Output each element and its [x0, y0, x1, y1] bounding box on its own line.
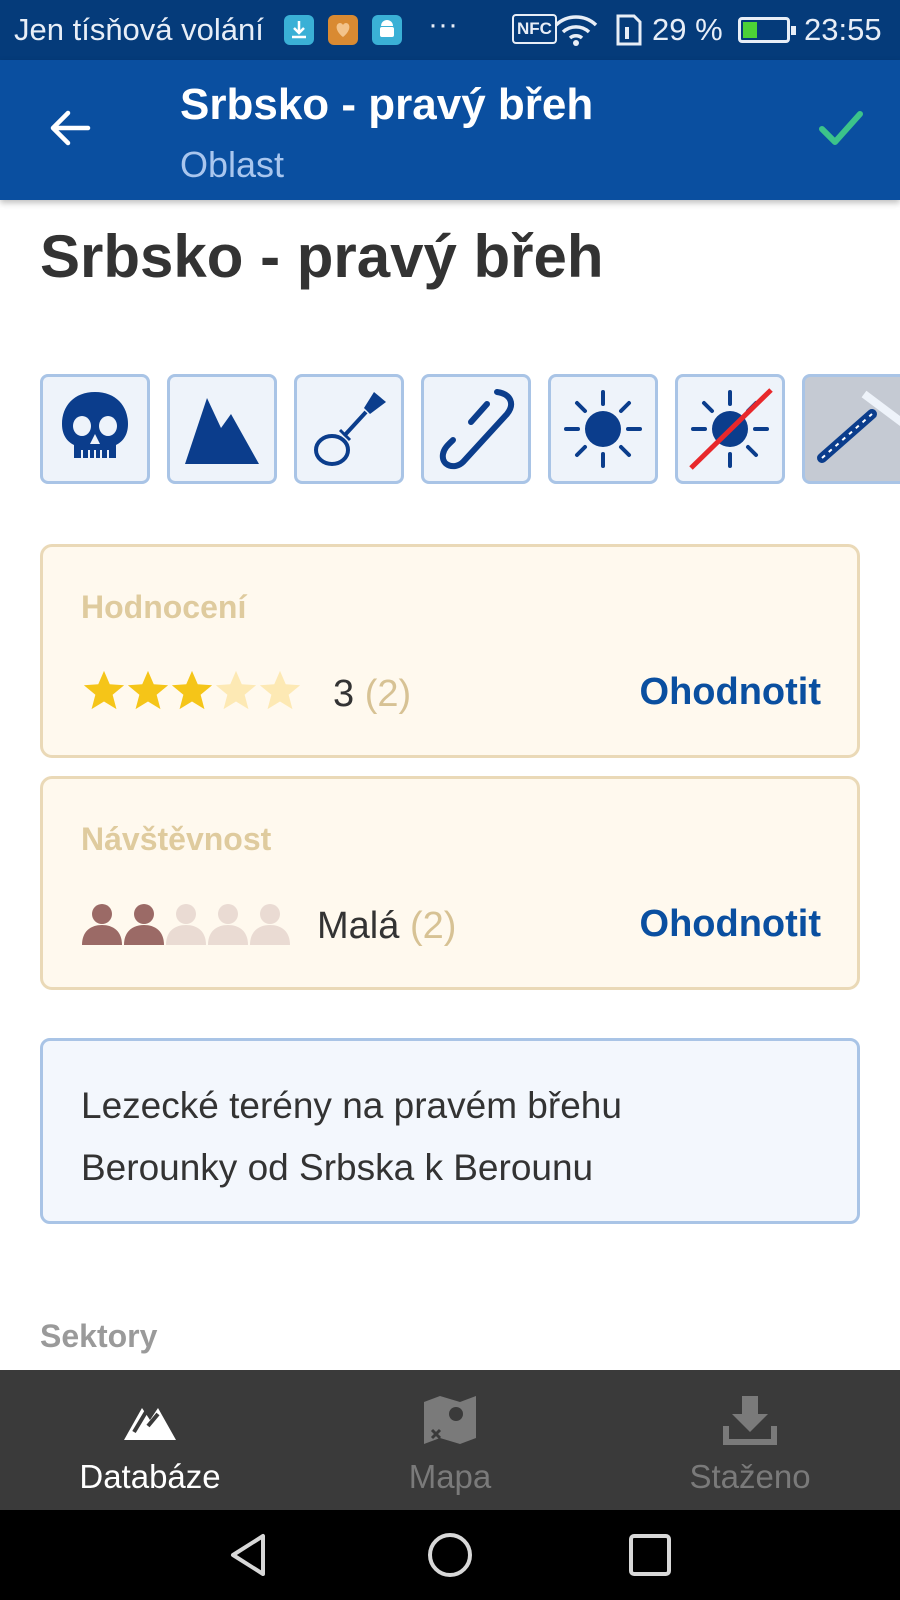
wifi-icon: [554, 14, 598, 54]
nav-label-map: Mapa: [408, 1458, 492, 1495]
feature-icon-row[interactable]: [40, 374, 900, 486]
visitors-card: Návštěvnost Malá (2) Ohodnotit: [40, 776, 860, 990]
mountain-icon[interactable]: [167, 374, 277, 484]
clock: 23:55: [804, 12, 882, 47]
rate-visitors-button[interactable]: Ohodnotit: [640, 903, 821, 946]
download-icon: [723, 1396, 777, 1445]
rating-card: Hodnocení 3 (2) Ohodnotit: [40, 544, 860, 758]
visitors-level: Malá: [317, 905, 400, 947]
star-filled-icon: [171, 670, 213, 710]
battery-percent: 29 %: [652, 12, 723, 47]
visitors-value: Malá (2): [317, 905, 456, 948]
person-empty-icon: [208, 904, 248, 945]
rating-count: (2): [364, 673, 412, 715]
star-filled-icon: [127, 670, 169, 710]
system-home-icon[interactable]: [425, 1530, 475, 1580]
app-bar-subtitle: Oblast: [180, 144, 285, 185]
description-line-2: Berounky od Srbska k Berounu: [81, 1147, 594, 1188]
quickdraw-icon[interactable]: [421, 374, 531, 484]
sectors-heading: Sektory: [40, 1318, 158, 1354]
star-filled-icon: [83, 670, 125, 710]
health-app-notification-icon: [328, 15, 358, 45]
system-recents-icon[interactable]: [625, 1530, 675, 1580]
nav-item-downloaded[interactable]: Staženo: [600, 1370, 900, 1510]
map-icon: [424, 1396, 476, 1444]
arrow-left-icon[interactable]: [48, 106, 92, 150]
star-empty-icon: [215, 670, 257, 710]
system-back-icon[interactable]: [225, 1530, 275, 1580]
description-box: Lezecké terény na pravém břehu Berounky …: [40, 1038, 860, 1224]
person-filled-icon: [124, 904, 164, 945]
description-line-1: Lezecké terény na pravém břehu: [81, 1085, 622, 1126]
star-empty-icon: [259, 670, 301, 710]
app-bar-title: Srbsko - pravý břeh: [180, 80, 594, 129]
nav-item-database[interactable]: Databáze: [0, 1370, 300, 1510]
rating-label: Hodnocení: [81, 589, 247, 625]
person-empty-icon: [250, 904, 290, 945]
rating-score: 3: [333, 673, 355, 715]
bolt-hanger-icon[interactable]: [802, 374, 900, 484]
skull-icon[interactable]: [40, 374, 150, 484]
android-notification-icon: [372, 15, 402, 45]
rope-sling-icon[interactable]: [294, 374, 404, 484]
person-filled-icon: [82, 904, 122, 945]
status-bar: Jen tísňová volání ··· NFC 29 % 23:55: [0, 0, 900, 60]
nfc-icon: NFC: [512, 14, 557, 44]
check-icon[interactable]: [818, 108, 864, 148]
app-bar: Srbsko - pravý břeh Oblast: [0, 60, 900, 200]
bottom-navigation: Databáze Mapa Staženo: [0, 1370, 900, 1510]
visitors-count: (2): [409, 905, 457, 947]
page-title: Srbsko - pravý břeh: [40, 223, 604, 290]
more-notifications-icon: ···: [428, 8, 458, 41]
person-empty-icon: [166, 904, 206, 945]
system-navigation-bar: [0, 1510, 900, 1600]
download-notification-icon: [284, 15, 314, 45]
visitors-label: Návštěvnost: [81, 821, 272, 857]
mountain-outline-icon: [124, 1408, 176, 1440]
rating-value: 3 (2): [333, 673, 411, 716]
battery-icon: [738, 17, 796, 43]
nav-label-downloaded: Staženo: [689, 1458, 811, 1495]
sim-card-icon: [614, 14, 644, 54]
nav-label-database: Databáze: [79, 1458, 221, 1495]
no-sun-icon[interactable]: [675, 374, 785, 484]
nav-item-map[interactable]: Mapa: [300, 1370, 600, 1510]
sun-icon[interactable]: [548, 374, 658, 484]
rate-quality-button[interactable]: Ohodnotit: [640, 671, 821, 714]
carrier-text: Jen tísňová volání: [14, 12, 264, 47]
